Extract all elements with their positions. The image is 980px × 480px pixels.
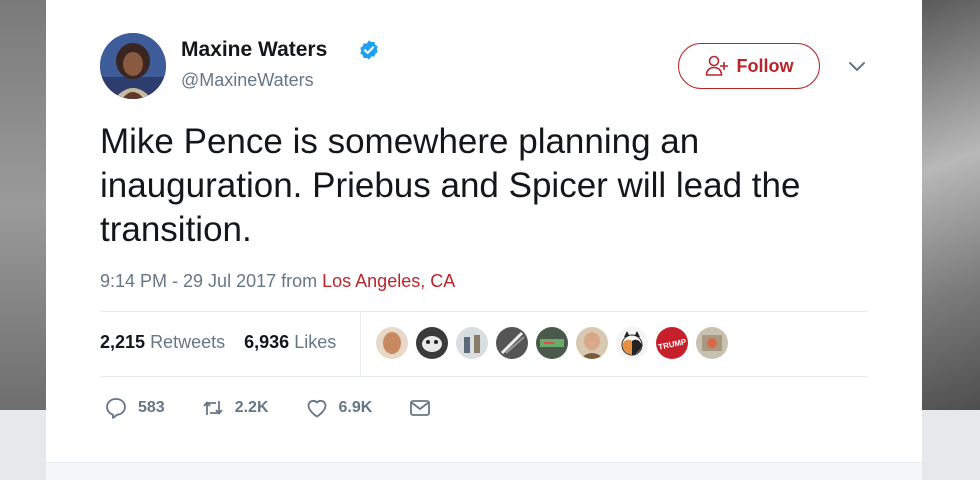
verified-badge-icon: [360, 40, 378, 60]
liker-avatar[interactable]: [536, 327, 568, 359]
like-count: 6.9K: [338, 399, 373, 416]
liker-avatars: TRUMP: [376, 327, 728, 359]
background-left: [0, 0, 46, 410]
reply-button[interactable]: 583: [104, 396, 165, 420]
author-handle[interactable]: @MaxineWaters: [181, 70, 314, 91]
likes-count: 6,936: [244, 332, 290, 352]
author-name[interactable]: Maxine Waters: [181, 38, 327, 62]
heart-icon: [307, 400, 326, 418]
likes-label: Likes: [294, 332, 337, 352]
chevron-down-icon[interactable]: [846, 58, 868, 74]
divider-top: [100, 311, 868, 312]
tweet-meta: 9:14 PM - 29 Jul 2017 from Los Angeles, …: [100, 271, 455, 292]
divider-bottom: [100, 376, 868, 377]
tweet-stats: 2,215 Retweets 6,936 Likes: [100, 332, 350, 353]
tweet-location[interactable]: Los Angeles, CA: [322, 271, 455, 291]
retweet-button[interactable]: 2.2K: [201, 396, 269, 420]
card-footer: [46, 462, 922, 480]
reply-count: 583: [138, 399, 165, 416]
like-button[interactable]: 6.9K: [305, 396, 373, 420]
retweets-count: 2,215: [100, 332, 146, 352]
mail-icon: [410, 400, 431, 416]
liker-avatar[interactable]: [456, 327, 488, 359]
follow-button[interactable]: Follow: [678, 43, 820, 89]
tweet-card: Maxine Waters @MaxineWaters Follow Mike …: [46, 0, 922, 480]
add-user-icon: [705, 55, 728, 76]
stats-divider: [360, 311, 361, 377]
tweet-timestamp[interactable]: 9:14 PM - 29 Jul 2017: [100, 271, 276, 291]
liker-avatar[interactable]: [376, 327, 408, 359]
liker-avatar[interactable]: [696, 327, 728, 359]
liker-avatar[interactable]: [616, 327, 648, 359]
retweet-icon: [203, 401, 223, 415]
liker-avatar[interactable]: TRUMP: [656, 327, 688, 359]
direct-message-button[interactable]: [408, 396, 432, 420]
liker-avatar[interactable]: [496, 327, 528, 359]
tweet-from-label: from: [281, 271, 318, 291]
tweet-actions: 583 2.2K 6.9K: [104, 396, 468, 420]
author-avatar[interactable]: [100, 33, 166, 99]
retweets-label: Retweets: [150, 332, 226, 352]
reply-icon: [106, 398, 126, 419]
retweet-count: 2.2K: [234, 399, 269, 416]
follow-button-label: Follow: [736, 55, 794, 76]
liker-avatar[interactable]: [416, 327, 448, 359]
retweets-stat[interactable]: 2,215 Retweets: [100, 332, 225, 352]
tweet-text: Mike Pence is somewhere planning an inau…: [100, 122, 801, 249]
likes-stat[interactable]: 6,936 Likes: [244, 332, 336, 352]
background-right: [922, 0, 980, 410]
liker-avatar[interactable]: [576, 327, 608, 359]
